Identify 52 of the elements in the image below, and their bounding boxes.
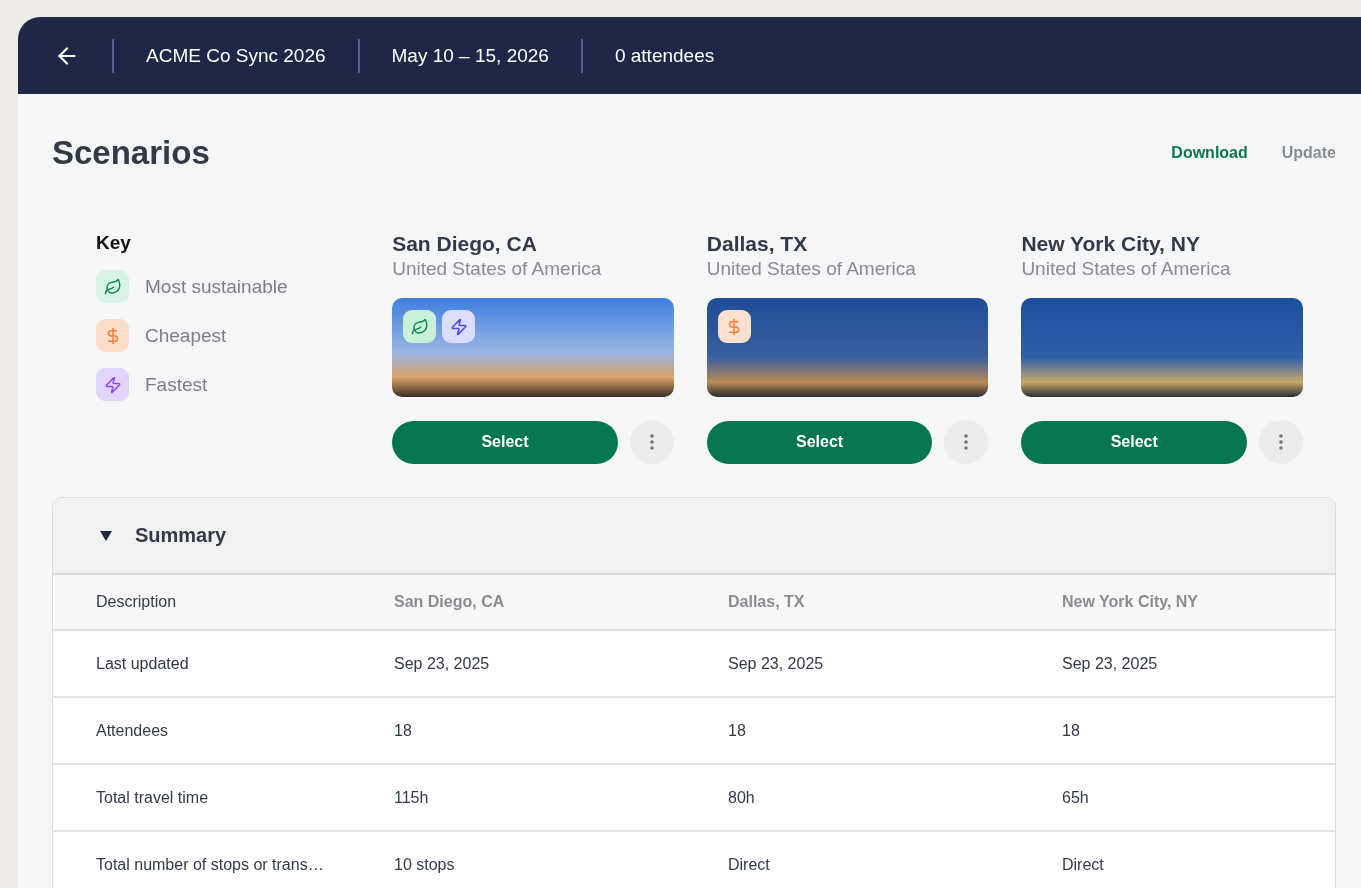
- row-label: Attendees: [95, 721, 170, 740]
- city-name: New York City, NY: [1021, 232, 1201, 256]
- column-header: San Diego, CA: [394, 593, 506, 611]
- column-header: Dallas, TX: [728, 593, 806, 611]
- row-label: Total travel time: [95, 788, 210, 807]
- download-link[interactable]: Download: [1171, 144, 1248, 162]
- summary-toggle[interactable]: Summary: [53, 498, 1335, 575]
- collapse-triangle-icon: [99, 529, 113, 542]
- more-options-button[interactable]: [629, 420, 674, 464]
- column-header: Description: [95, 593, 178, 611]
- country-name: United States of America: [392, 258, 603, 280]
- more-icon: [1279, 434, 1283, 450]
- select-button[interactable]: Select: [1021, 420, 1247, 464]
- table-cell-text: Sep 23, 2025: [728, 654, 825, 673]
- table-cell-text: Sep 23, 2025: [1062, 654, 1159, 673]
- table-cell-text: Sep 23, 2025: [394, 654, 491, 673]
- page-title: Scenarios: [52, 134, 210, 172]
- table-cell-text: 18: [394, 721, 413, 740]
- lightning-icon: [449, 317, 468, 336]
- row-label: Last updated: [95, 654, 190, 673]
- table-cell-text: 65h: [1062, 788, 1090, 807]
- row-label: Total number of stops or trans…: [95, 855, 325, 874]
- country-name: United States of America: [706, 258, 917, 280]
- key-label: Cheapest: [145, 324, 227, 347]
- key-title: Key: [96, 232, 132, 254]
- event-dates: May 10 – 15, 2026: [391, 44, 549, 67]
- leaf-icon: [103, 277, 122, 296]
- more-icon: [649, 434, 654, 450]
- select-button[interactable]: Select: [706, 420, 933, 464]
- more-icon: [964, 434, 969, 450]
- table-cell-text: Direct: [728, 855, 771, 874]
- more-options-button[interactable]: [944, 420, 989, 464]
- table-cell-text: 80h: [728, 788, 756, 807]
- key-label: Fastest: [145, 373, 208, 396]
- table-cell-text: 18: [728, 721, 747, 740]
- attendee-count: 0 attendees: [614, 44, 715, 67]
- more-options-button[interactable]: [1259, 420, 1303, 464]
- column-header: New York City, NY: [1062, 593, 1200, 611]
- lightning-icon: [103, 375, 122, 394]
- table-cell-text: 115h: [394, 788, 430, 807]
- select-button[interactable]: Select: [392, 420, 618, 464]
- summary-title: Summary: [135, 524, 227, 547]
- event-name: ACME Co Sync 2026: [146, 44, 326, 67]
- table-cell-text: 10 stops: [394, 855, 456, 874]
- key-label: Most sustainable: [145, 275, 288, 298]
- table-cell-text: 18: [1062, 721, 1081, 740]
- update-link[interactable]: Update: [1281, 144, 1336, 162]
- leaf-icon: [410, 317, 429, 336]
- city-name: Dallas, TX: [706, 232, 809, 256]
- table-cell-text: Direct: [1062, 855, 1105, 874]
- city-name: San Diego, CA: [392, 232, 538, 256]
- country-name: United States of America: [1021, 258, 1232, 280]
